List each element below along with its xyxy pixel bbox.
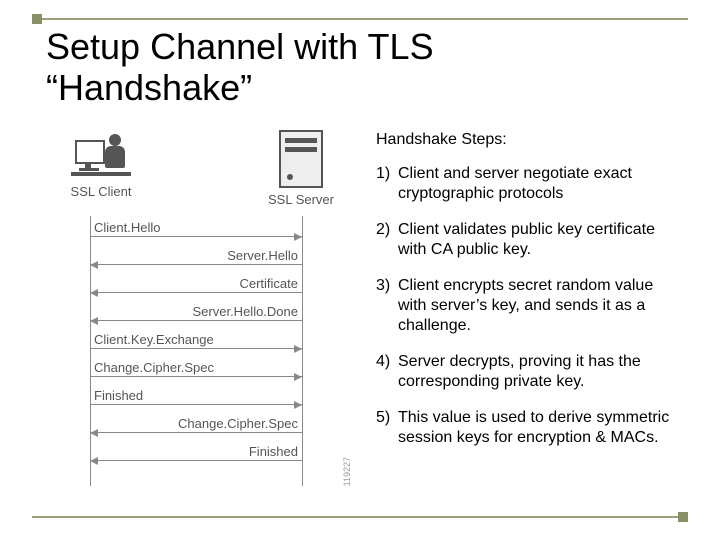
- msg-label: Change.Cipher.Spec: [90, 360, 302, 375]
- client-label: SSL Client: [56, 184, 146, 199]
- msg-client-hello: Client.Hello: [90, 220, 302, 237]
- person-at-computer-icon: [71, 130, 131, 180]
- msg-finished-2: Finished: [90, 444, 302, 461]
- arrow-left-icon: [90, 320, 302, 321]
- step-3: 3) Client encrypts secret random value w…: [376, 276, 682, 336]
- steps-column: Handshake Steps: 1) Client and server ne…: [356, 130, 688, 506]
- step-number: 5): [376, 408, 398, 448]
- step-number: 3): [376, 276, 398, 336]
- msg-label: Client.Key.Exchange: [90, 332, 302, 347]
- step-text: This value is used to derive symmetric s…: [398, 408, 682, 448]
- msg-label: Client.Hello: [90, 220, 302, 235]
- step-4: 4) Server decrypts, proving it has the c…: [376, 352, 682, 392]
- title-line-2: “Handshake”: [46, 67, 252, 108]
- msg-label: Finished: [90, 388, 302, 403]
- slide-title: Setup Channel with TLS “Handshake”: [46, 26, 434, 109]
- msg-label: Change.Cipher.Spec: [90, 416, 302, 431]
- top-rule: [32, 18, 688, 20]
- msg-label: Finished: [90, 444, 302, 459]
- arrow-right-icon: [90, 348, 302, 349]
- step-text: Client validates public key certificate …: [398, 220, 682, 260]
- msg-finished-1: Finished: [90, 388, 302, 405]
- lifelines: Client.Hello Server.Hello Certificate Se…: [46, 216, 346, 486]
- steps-heading: Handshake Steps:: [376, 130, 682, 150]
- step-number: 4): [376, 352, 398, 392]
- actor-client: SSL Client: [56, 130, 146, 199]
- step-number: 1): [376, 164, 398, 204]
- msg-server-hello: Server.Hello: [90, 248, 302, 265]
- corner-top-left: [32, 14, 42, 24]
- corner-bottom-right: [678, 512, 688, 522]
- msg-label: Server.Hello: [90, 248, 302, 263]
- msg-label: Server.Hello.Done: [90, 304, 302, 319]
- handshake-diagram: SSL Client SSL Server Client.Hello Serve…: [46, 130, 356, 506]
- step-1: 1) Client and server negotiate exact cry…: [376, 164, 682, 204]
- title-line-1: Setup Channel with TLS: [46, 26, 434, 67]
- step-2: 2) Client validates public key certifica…: [376, 220, 682, 260]
- diagram-id: 119227: [342, 457, 352, 486]
- arrow-left-icon: [90, 432, 302, 433]
- bottom-rule: [32, 516, 688, 518]
- msg-change-cipher-spec-2: Change.Cipher.Spec: [90, 416, 302, 433]
- arrow-right-icon: [90, 236, 302, 237]
- arrow-left-icon: [90, 264, 302, 265]
- lifeline-server: [302, 216, 303, 486]
- step-text: Server decrypts, proving it has the corr…: [398, 352, 682, 392]
- content-area: SSL Client SSL Server Client.Hello Serve…: [46, 130, 688, 506]
- step-number: 2): [376, 220, 398, 260]
- arrow-right-icon: [90, 404, 302, 405]
- server-label: SSL Server: [256, 192, 346, 207]
- arrow-right-icon: [90, 376, 302, 377]
- actor-server: SSL Server: [256, 130, 346, 207]
- step-text: Client encrypts secret random value with…: [398, 276, 682, 336]
- slide: Setup Channel with TLS “Handshake” SSL C…: [0, 0, 720, 540]
- msg-server-hello-done: Server.Hello.Done: [90, 304, 302, 321]
- msg-certificate: Certificate: [90, 276, 302, 293]
- msg-change-cipher-spec-1: Change.Cipher.Spec: [90, 360, 302, 377]
- step-text: Client and server negotiate exact crypto…: [398, 164, 682, 204]
- server-rack-icon: [279, 130, 323, 188]
- msg-client-key-exchange: Client.Key.Exchange: [90, 332, 302, 349]
- arrow-left-icon: [90, 292, 302, 293]
- msg-label: Certificate: [90, 276, 302, 291]
- arrow-left-icon: [90, 460, 302, 461]
- step-5: 5) This value is used to derive symmetri…: [376, 408, 682, 448]
